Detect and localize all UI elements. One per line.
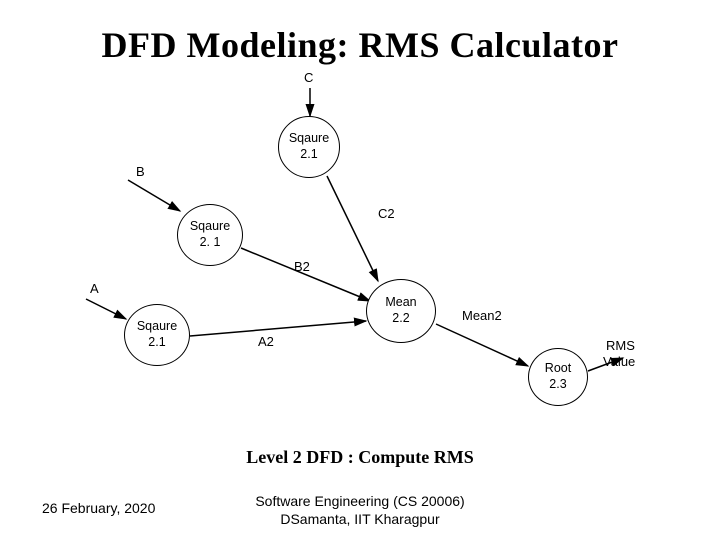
diagram-caption: Level 2 DFD : Compute RMS: [0, 447, 720, 468]
dfd-diagram: Sqaure 2.1 Sqaure 2. 1 Sqaure 2.1 Mean 2…: [78, 76, 660, 426]
node-label: Sqaure: [289, 131, 329, 147]
label-a2: A2: [258, 334, 274, 349]
node-label: Sqaure: [137, 319, 177, 335]
footer-course-line2: DSamanta, IIT Kharagpur: [0, 511, 720, 529]
label-rms: RMS: [606, 338, 635, 353]
footer-course: Software Engineering (CS 20006) DSamanta…: [0, 493, 720, 528]
label-c2: C2: [378, 206, 395, 221]
node-id: 2. 1: [200, 235, 221, 251]
label-mean2: Mean2: [462, 308, 502, 323]
node-id: 2.2: [392, 311, 409, 327]
label-value: Value: [603, 354, 635, 369]
label-c: C: [304, 70, 313, 85]
process-square-bottom: Sqaure 2.1: [124, 304, 190, 366]
node-label: Mean: [385, 295, 416, 311]
node-label: Root: [545, 361, 571, 377]
process-root: Root 2.3: [528, 348, 588, 406]
label-b2: B2: [294, 259, 310, 274]
page-title: DFD Modeling: RMS Calculator: [0, 0, 720, 66]
footer-course-line1: Software Engineering (CS 20006): [0, 493, 720, 511]
node-id: 2.1: [300, 147, 317, 163]
node-id: 2.3: [549, 377, 566, 393]
label-b: B: [136, 164, 145, 179]
process-square-mid: Sqaure 2. 1: [177, 204, 243, 266]
label-a: A: [90, 281, 99, 296]
node-label: Sqaure: [190, 219, 230, 235]
process-square-top: Sqaure 2.1: [278, 116, 340, 178]
node-id: 2.1: [148, 335, 165, 351]
process-mean: Mean 2.2: [366, 279, 436, 343]
